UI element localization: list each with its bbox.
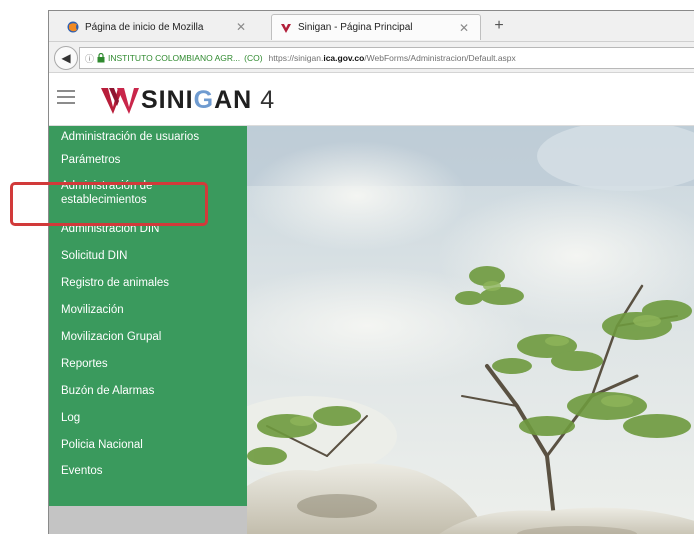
- sidebar-item-movilizacion[interactable]: Movilización: [49, 296, 247, 323]
- tab-strip: Página de inicio de Mozilla ✕ Sinigan - …: [49, 11, 694, 42]
- hero-image: [247, 126, 694, 534]
- close-tab-icon[interactable]: ✕: [456, 21, 472, 35]
- sidebar-footer: [49, 506, 247, 534]
- address-bar[interactable]: ⓘ INSTITUTO COLOMBIANO AGR... (CO) https…: [79, 47, 694, 69]
- tab-title: Sinigan - Página Principal: [298, 22, 413, 33]
- tab-sinigan[interactable]: Sinigan - Página Principal ✕: [271, 14, 481, 40]
- sidebar-item-log[interactable]: Log: [49, 404, 247, 431]
- sidebar-item-eventos[interactable]: Eventos: [49, 458, 247, 484]
- url-domain: ica.gov.co: [323, 53, 365, 63]
- site-country: (CO): [244, 53, 263, 63]
- lock-icon: [97, 53, 105, 63]
- firefox-icon: [67, 21, 79, 33]
- info-icon[interactable]: ⓘ: [85, 52, 94, 65]
- sinigan-logo: [101, 88, 139, 114]
- site-identity: INSTITUTO COLOMBIANO AGR...: [108, 53, 241, 63]
- sidebar-item-policia-nacional[interactable]: Policia Nacional: [49, 431, 247, 458]
- url-path: /WebForms/Administracion/Default.aspx: [364, 53, 516, 63]
- version-number: 4: [260, 86, 276, 114]
- close-tab-icon[interactable]: ✕: [233, 20, 249, 34]
- sidebar-item-solicitud-din[interactable]: Solicitud DIN: [49, 242, 247, 269]
- sidebar-item-buzon-alarmas[interactable]: Buzón de Alarmas: [49, 377, 247, 404]
- browser-window: Página de inicio de Mozilla ✕ Sinigan - …: [48, 10, 694, 534]
- navigation-bar: ◀ ⓘ INSTITUTO COLOMBIANO AGR... (CO) htt…: [49, 42, 694, 73]
- tab-title: Página de inicio de Mozilla: [85, 21, 204, 33]
- site-header: SINIGAN 4: [49, 73, 694, 126]
- back-button[interactable]: ◀: [54, 46, 78, 70]
- sidebar-item-administracion-usuarios[interactable]: Administración de usuarios: [49, 126, 247, 148]
- menu-icon[interactable]: [57, 90, 75, 104]
- sidebar-item-registro-animales[interactable]: Registro de animales: [49, 269, 247, 296]
- highlight-box: [10, 182, 208, 226]
- new-tab-button[interactable]: +: [489, 16, 509, 36]
- sinigan-icon: [281, 23, 291, 33]
- sidebar-item-movilizacion-grupal[interactable]: Movilizacion Grupal: [49, 323, 247, 350]
- sidebar-item-parametros[interactable]: Parámetros: [49, 148, 247, 171]
- brand-name: SINIGAN 4: [141, 86, 276, 114]
- url-prefix: https://sinigan.: [268, 53, 324, 63]
- sidebar-item-reportes[interactable]: Reportes: [49, 350, 247, 377]
- tab-mozilla-home[interactable]: Página de inicio de Mozilla ✕: [59, 14, 271, 40]
